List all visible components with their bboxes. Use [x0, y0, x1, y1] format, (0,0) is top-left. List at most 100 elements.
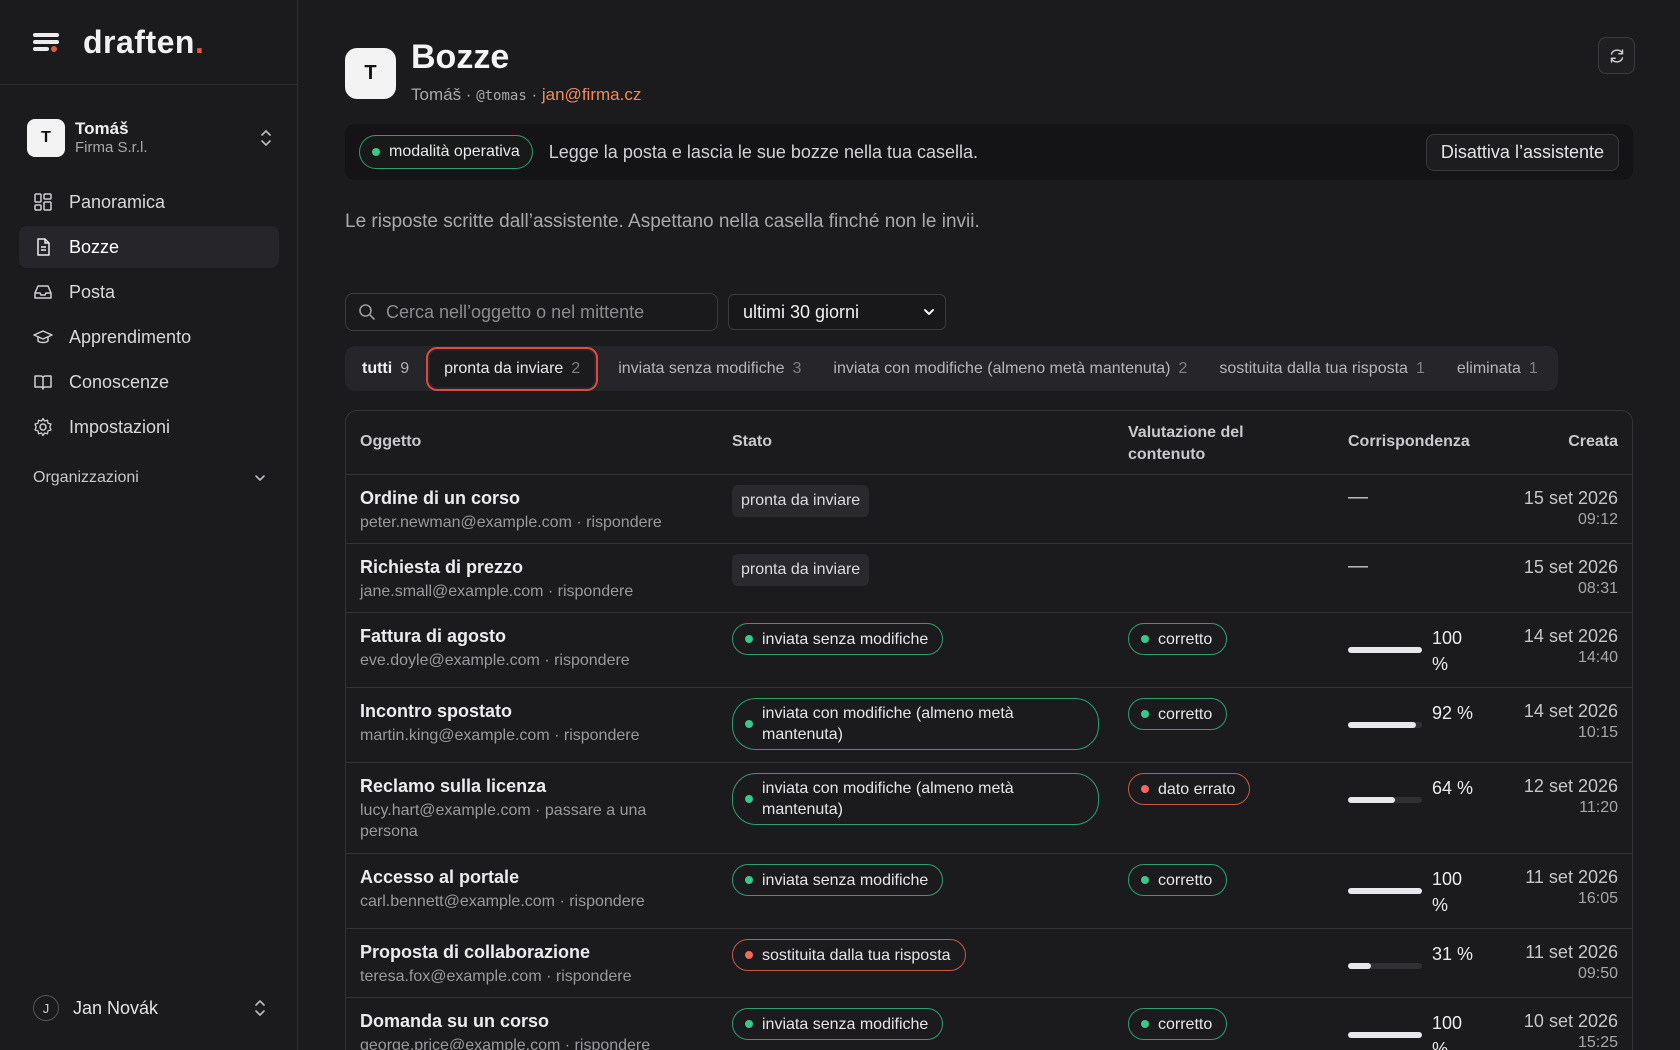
status-badge: pronta da inviare — [732, 554, 870, 586]
match-progress-fill — [1348, 963, 1371, 969]
column-header-subject[interactable]: Oggetto — [360, 433, 421, 451]
gear-icon — [33, 417, 53, 437]
status-badge-label: sostituita dalla tua risposta — [762, 946, 951, 964]
sidebar-item-label: Panoramica — [69, 191, 166, 212]
account-org: Firma S.r.l. — [75, 139, 148, 157]
search-box — [345, 293, 718, 331]
rating-badge-label: corretto — [1158, 1015, 1213, 1033]
match-progress-bar — [1348, 1032, 1422, 1038]
column-header-match[interactable]: Corrispondenza — [1348, 433, 1470, 451]
column-header-status[interactable]: Stato — [732, 433, 772, 451]
match-progress-bar — [1348, 888, 1422, 894]
sidebar-item-apprendimento[interactable]: Apprendimento — [19, 316, 279, 358]
sidebar-item-bozze[interactable]: Bozze — [19, 226, 279, 268]
column-header-created[interactable]: Creata — [1568, 433, 1618, 451]
status-dot — [745, 720, 753, 728]
period-select-value: ultimi 30 giorni — [743, 301, 860, 322]
chevron-down-icon — [255, 475, 265, 481]
table-row[interactable]: Proposta di collaborazione teresa.fox@exa… — [346, 929, 1632, 998]
status-badge: inviata senza modifiche — [732, 1008, 944, 1040]
row-meta: eve.doyle@example.com · rispondere — [360, 652, 630, 669]
logo: draften. — [83, 23, 205, 60]
tab-label: pronta da inviare — [444, 359, 564, 377]
row-meta: martin.king@example.com · rispondere — [360, 727, 640, 744]
match-value: — — [1348, 486, 1368, 508]
row-time: 14:40 — [1577, 649, 1618, 666]
sidebar-item-conoscenze[interactable]: Conoscenze — [19, 361, 279, 403]
tab-count: 2 — [571, 359, 581, 377]
mode-banner: modalità operativa Legge la posta e lasc… — [345, 124, 1633, 180]
tab-pronta-da-inviare[interactable]: pronta da inviare 2 — [426, 346, 599, 391]
sidebar-item-posta[interactable]: Posta — [19, 271, 279, 313]
match-progress-bar — [1348, 722, 1422, 728]
deactivate-assistant-button[interactable]: Disattiva l’assistente — [1425, 134, 1619, 171]
match-value: 31 % — [1432, 944, 1474, 964]
tab-eliminata[interactable]: eliminata 1 — [1441, 351, 1554, 387]
tab-sostituita[interactable]: sostituita dalla tua risposta 1 — [1203, 351, 1440, 387]
header-user: Tomáš — [411, 85, 462, 104]
refresh-icon — [1610, 48, 1623, 63]
sidebar-item-impostazioni[interactable]: Impostazioni — [19, 406, 279, 448]
row-subject: Ordine di un corso — [360, 488, 521, 508]
table-row[interactable]: Richiesta di prezzo jane.small@example.co… — [346, 544, 1632, 613]
table-header: Oggetto Stato Valutazione del contenuto … — [346, 411, 1632, 475]
match-progress-fill — [1348, 888, 1422, 894]
page-avatar: T — [345, 48, 396, 99]
chevron-down-icon — [924, 309, 934, 315]
match-progress-fill — [1348, 722, 1417, 728]
rating-badge: corretto — [1128, 698, 1228, 730]
status-filter-tabs: tutti 9 pronta da inviare 2 inviata senza … — [345, 346, 1558, 391]
organizations-toggle[interactable]: Organizzazioni — [33, 466, 267, 490]
tab-inviata-senza-modifiche[interactable]: inviata senza modifiche 3 — [602, 351, 817, 387]
row-meta: carl.bennett@example.com · rispondere — [360, 893, 645, 910]
menu-icon[interactable] — [33, 31, 59, 53]
search-input[interactable] — [386, 301, 706, 323]
account-switcher[interactable]: T Tomáš Firma S.r.l. — [27, 117, 273, 159]
rating-badge-label: corretto — [1158, 705, 1213, 723]
table-row[interactable]: Fattura di agosto eve.doyle@example.com ·… — [346, 613, 1632, 688]
row-time: 09:12 — [1577, 511, 1618, 528]
rating-badge: corretto — [1128, 864, 1228, 896]
match-value: 64 % — [1432, 778, 1474, 798]
row-time: 08:31 — [1577, 580, 1618, 597]
tab-count: 1 — [1528, 359, 1538, 377]
table-row[interactable]: Incontro spostato martin.king@example.com… — [346, 688, 1632, 763]
column-header-rating[interactable]: Valutazione del contenuto — [1128, 422, 1278, 466]
table-row[interactable]: Accesso al portale carl.bennett@example.c… — [346, 854, 1632, 929]
row-meta: jane.small@example.com · rispondere — [360, 583, 634, 600]
header-email[interactable]: jan@firma.cz — [542, 85, 641, 104]
match-value: — — [1348, 555, 1368, 577]
rating-badge: dato errato — [1128, 773, 1251, 805]
row-time: 15:25 — [1577, 1034, 1618, 1050]
table-row[interactable]: Domanda su un corso george.price@example.… — [346, 998, 1632, 1050]
tab-count: 9 — [400, 359, 410, 377]
rating-badge: corretto — [1128, 623, 1228, 655]
rating-badge-label: corretto — [1158, 871, 1213, 889]
user-menu[interactable]: J Jan Novák — [33, 994, 267, 1022]
tab-inviata-con-modifiche[interactable]: inviata con modifiche (almeno metà mante… — [817, 351, 1203, 387]
match-progress-fill — [1348, 647, 1422, 653]
sidebar-item-label: Conoscenze — [69, 371, 170, 392]
graduation-cap-icon — [33, 327, 53, 347]
sidebar-item-panoramica[interactable]: Panoramica — [19, 181, 279, 223]
refresh-button[interactable] — [1598, 37, 1635, 74]
tab-label: inviata con modifiche (almeno metà mante… — [833, 359, 1171, 377]
match-progress-fill — [1348, 797, 1396, 803]
tab-count: 3 — [792, 359, 802, 377]
row-time: 10:15 — [1577, 724, 1618, 741]
sidebar-item-label: Impostazioni — [69, 416, 171, 437]
organizations-label: Organizzazioni — [33, 469, 139, 486]
period-select[interactable]: ultimi 30 giorni — [728, 294, 946, 330]
tab-count: 2 — [1178, 359, 1188, 377]
status-badge: inviata con modifiche (almeno metà mante… — [732, 698, 1099, 750]
row-time: 16:05 — [1577, 890, 1618, 907]
table-row[interactable]: Ordine di un corso peter.newman@example.c… — [346, 475, 1632, 544]
row-meta: peter.newman@example.com · rispondere — [360, 514, 662, 531]
search-icon — [359, 304, 375, 320]
tab-tutti[interactable]: tutti 9 — [349, 351, 422, 387]
row-time: 09:50 — [1577, 965, 1618, 982]
match-progress-bar — [1348, 647, 1422, 653]
sidebar-item-label: Bozze — [69, 236, 120, 257]
inbox-icon — [33, 282, 53, 302]
table-row[interactable]: Reclamo sulla licenza lucy.hart@example.c… — [346, 763, 1632, 854]
